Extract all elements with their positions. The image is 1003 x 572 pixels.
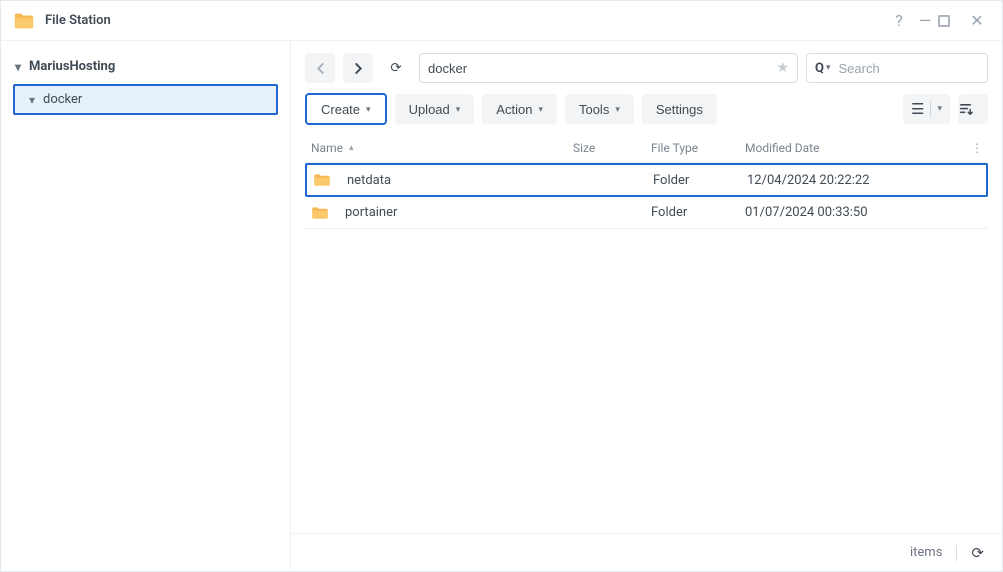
view-mode-button[interactable]: ☰ ▾ <box>903 94 950 124</box>
chevron-down-icon: ▾ <box>538 104 543 115</box>
close-icon[interactable]: ✕ <box>964 11 990 30</box>
search-icon: Q <box>815 61 824 76</box>
caret-down-icon: ▾ <box>15 60 29 74</box>
tools-button[interactable]: Tools▾ <box>565 94 634 124</box>
file-type: Folder <box>651 205 745 220</box>
folder-icon <box>311 206 329 220</box>
caret-down-icon: ▾ <box>29 93 43 107</box>
column-date[interactable]: Modified Date <box>745 141 966 155</box>
upload-button[interactable]: Upload▾ <box>395 94 475 124</box>
table-header: Name ▴ Size File Type Modified Date ⋮ <box>305 133 988 163</box>
items-label: items <box>910 545 942 560</box>
table-row[interactable]: netdata Folder12/04/2024 20:22:22 <box>305 163 988 197</box>
chevron-down-icon: ▾ <box>937 104 942 114</box>
file-name: portainer <box>345 205 397 220</box>
nav-forward-button[interactable] <box>343 53 373 83</box>
sidebar: ▾ MariusHosting ▾ docker <box>1 41 291 571</box>
app-icon <box>13 10 35 32</box>
sort-button[interactable] <box>958 94 988 124</box>
file-date: 01/07/2024 00:33:50 <box>745 205 966 220</box>
path-input-box[interactable]: ★ <box>419 53 798 83</box>
search-input[interactable] <box>839 61 1003 76</box>
tree-root-label: MariusHosting <box>29 59 115 74</box>
column-type[interactable]: File Type <box>651 141 745 155</box>
favorite-icon[interactable]: ★ <box>776 60 789 76</box>
divider <box>956 545 957 561</box>
chevron-down-icon: ▾ <box>826 63 831 73</box>
window-title: File Station <box>45 13 111 28</box>
nav-back-button[interactable] <box>305 53 335 83</box>
chevron-down-icon: ▾ <box>366 104 371 115</box>
chevron-down-icon: ▾ <box>456 104 461 115</box>
sort-asc-icon: ▴ <box>349 143 354 153</box>
minimize-icon[interactable]: — <box>912 11 938 30</box>
chevron-down-icon: ▾ <box>615 104 620 115</box>
tree-item-docker[interactable]: ▾ docker <box>13 84 278 115</box>
refresh-icon[interactable]: ⟳ <box>971 544 984 562</box>
column-size[interactable]: Size <box>573 141 651 155</box>
statusbar: items ⟳ <box>291 533 1002 571</box>
settings-button[interactable]: Settings <box>642 94 717 124</box>
table-row[interactable]: portainer Folder01/07/2024 00:33:50 <box>305 197 988 229</box>
search-box[interactable]: Q▾ <box>806 53 988 83</box>
help-icon[interactable]: ? <box>886 11 912 30</box>
action-button[interactable]: Action▾ <box>482 94 557 124</box>
titlebar: File Station ? — ✕ <box>1 1 1002 41</box>
create-button[interactable]: Create▾ <box>305 93 387 125</box>
list-view-icon: ☰ <box>911 100 924 118</box>
column-name[interactable]: Name ▴ <box>305 141 573 155</box>
folder-icon <box>313 173 331 187</box>
column-menu-icon[interactable]: ⋮ <box>966 141 988 155</box>
path-input[interactable] <box>428 61 776 76</box>
tree-item-label: docker <box>43 92 82 107</box>
tree-root[interactable]: ▾ MariusHosting <box>9 55 282 78</box>
maximize-icon[interactable] <box>938 15 964 27</box>
file-name: netdata <box>347 173 391 188</box>
file-date: 12/04/2024 20:22:22 <box>747 173 964 188</box>
file-type: Folder <box>653 173 747 188</box>
reload-button[interactable]: ⟳ <box>381 53 411 83</box>
